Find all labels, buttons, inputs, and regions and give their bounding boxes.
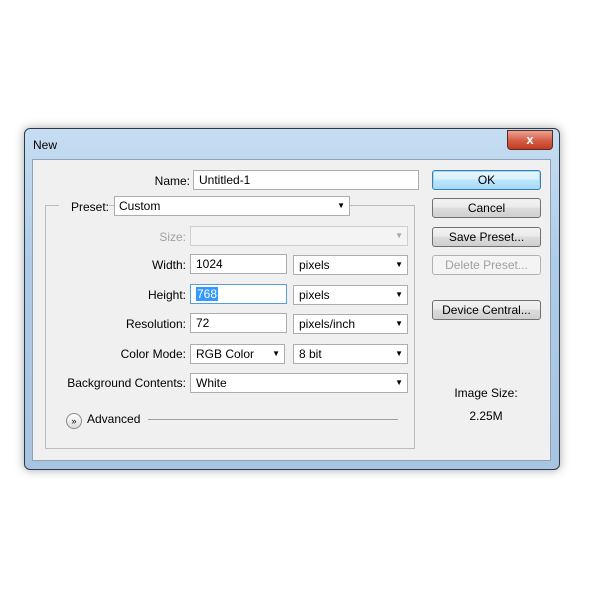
resolution-value: 72 — [196, 316, 210, 330]
new-document-dialog: New x Name: Untitled-1 Preset: Custom ▼ … — [24, 128, 560, 470]
cancel-button[interactable]: Cancel — [432, 198, 541, 218]
width-label: Width: — [151, 258, 186, 272]
background-contents-dropdown[interactable]: White ▼ — [190, 373, 408, 393]
advanced-label[interactable]: Advanced — [87, 412, 140, 426]
chevron-down-icon: ▼ — [395, 231, 403, 240]
save-preset-button[interactable]: Save Preset... — [432, 227, 541, 247]
height-label: Height: — [147, 288, 186, 302]
color-mode-dropdown[interactable]: RGB Color ▼ — [190, 344, 285, 364]
chevron-down-icon: ▼ — [395, 319, 403, 328]
height-unit-dropdown[interactable]: pixels ▼ — [293, 285, 408, 305]
close-button[interactable]: x — [507, 130, 553, 150]
preset-value: Custom — [119, 199, 161, 213]
name-label: Name: — [154, 174, 190, 188]
resolution-label: Resolution: — [125, 317, 186, 331]
resolution-field[interactable]: 72 — [190, 313, 287, 333]
chevron-down-icon: ▼ — [395, 290, 403, 299]
resolution-unit-value: pixels/inch — [299, 317, 356, 331]
dialog-body: Name: Untitled-1 Preset: Custom ▼ Size: … — [32, 159, 551, 461]
color-mode-label: Color Mode: — [120, 347, 186, 361]
chevron-down-icon: ▼ — [395, 349, 403, 358]
name-field[interactable]: Untitled-1 — [193, 170, 419, 190]
width-unit-dropdown[interactable]: pixels ▼ — [293, 255, 408, 275]
ok-button[interactable]: OK — [432, 170, 541, 190]
resolution-unit-dropdown[interactable]: pixels/inch ▼ — [293, 314, 408, 334]
color-mode-value: RGB Color — [196, 347, 255, 361]
preset-label: Preset: — [59, 200, 109, 214]
advanced-toggle-icon[interactable]: » — [66, 413, 82, 429]
chevron-down-icon: ▼ — [337, 201, 345, 210]
title-bar[interactable]: New x — [25, 129, 559, 157]
height-field[interactable]: 768 — [190, 284, 287, 304]
chevron-down-icon: ▼ — [272, 349, 280, 358]
preset-dropdown[interactable]: Custom ▼ — [114, 196, 350, 216]
close-icon: x — [526, 132, 534, 147]
background-contents-label: Background Contents: — [67, 376, 186, 390]
advanced-divider — [148, 419, 398, 420]
bit-depth-dropdown[interactable]: 8 bit ▼ — [293, 344, 408, 364]
width-unit-value: pixels — [299, 258, 330, 272]
width-field[interactable]: 1024 — [190, 254, 287, 274]
chevron-down-icon: ▼ — [395, 260, 403, 269]
delete-preset-button: Delete Preset... — [432, 255, 541, 275]
height-unit-value: pixels — [299, 288, 330, 302]
image-size-label: Image Size: — [454, 386, 518, 400]
background-contents-value: White — [196, 376, 227, 390]
size-label: Size: — [159, 230, 186, 244]
size-dropdown: ▼ — [190, 226, 408, 246]
chevron-down-icon: ▼ — [395, 378, 403, 387]
width-value: 1024 — [196, 257, 223, 271]
name-value: Untitled-1 — [199, 173, 251, 187]
bit-depth-value: 8 bit — [299, 347, 322, 361]
device-central-button[interactable]: Device Central... — [432, 300, 541, 320]
height-value: 768 — [196, 287, 219, 301]
image-size-value: 2.25M — [469, 409, 503, 423]
dialog-title: New — [33, 138, 58, 152]
